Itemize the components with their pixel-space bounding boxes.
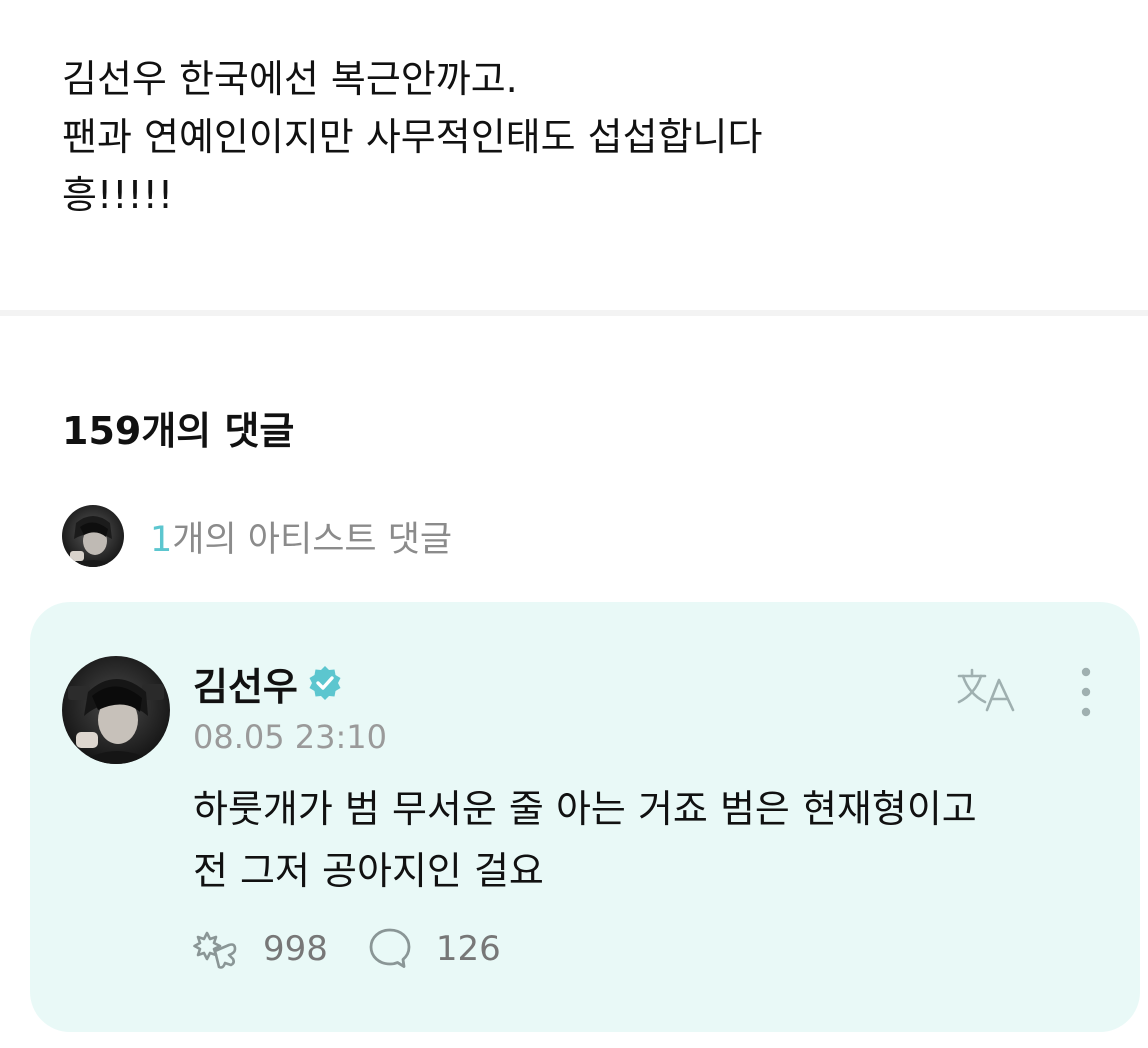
reply-button[interactable]: 126 — [366, 925, 501, 973]
post-body: 김선우 한국에선 복근안까고. 팬과 연예인이지만 사무적인태도 섭섭합니다 흥… — [62, 50, 1102, 224]
comment-line: 전 그저 공아지인 걸요 — [193, 849, 544, 893]
artist-comment-count: 1 — [150, 519, 173, 560]
more-options-button[interactable] — [1074, 666, 1098, 718]
author-avatar[interactable] — [62, 656, 170, 764]
reply-bubble-icon — [369, 928, 411, 968]
artist-comment-card: 김선우 08.05 23:10 하룻개가 범 무서운 줄 아는 거죠 범은 현재… — [30, 602, 1140, 1032]
like-sparkle-icon — [193, 931, 237, 969]
comment-body: 하룻개가 범 무서운 줄 아는 거죠 범은 현재형이고 전 그저 공아지인 걸요 — [193, 778, 1123, 902]
comment-line: 하룻개가 범 무서운 줄 아는 거죠 범은 현재형이고 — [193, 787, 977, 831]
comment-count-heading: 159개의 댓글 — [62, 409, 295, 453]
artist-comment-label: 개의 아티스트 댓글 — [172, 519, 453, 560]
translate-button[interactable] — [955, 666, 1017, 716]
section-divider — [0, 310, 1148, 316]
author-row: 김선우 — [193, 656, 344, 711]
more-vertical-icon — [1081, 667, 1091, 717]
artist-comments-label: 1개의 아티스트 댓글 — [150, 511, 452, 562]
comment-actions: 998 126 — [193, 924, 501, 974]
reply-count: 126 — [435, 929, 501, 969]
post-line: 팬과 연예인이지만 사무적인태도 섭섭합니다 — [62, 115, 763, 159]
artist-avatar — [62, 505, 124, 567]
like-button[interactable]: 998 — [193, 925, 328, 973]
translate-icon — [957, 668, 1015, 712]
author-name[interactable]: 김선우 — [193, 656, 298, 711]
post-line: 김선우 한국에선 복근안까고. — [62, 57, 518, 101]
post-line: 흥!!!!! — [62, 173, 174, 217]
like-count: 998 — [263, 929, 328, 969]
comment-timestamp: 08.05 23:10 — [193, 718, 387, 756]
verified-badge-icon — [309, 666, 341, 700]
artist-comments-link[interactable]: 1개의 아티스트 댓글 — [62, 505, 452, 567]
